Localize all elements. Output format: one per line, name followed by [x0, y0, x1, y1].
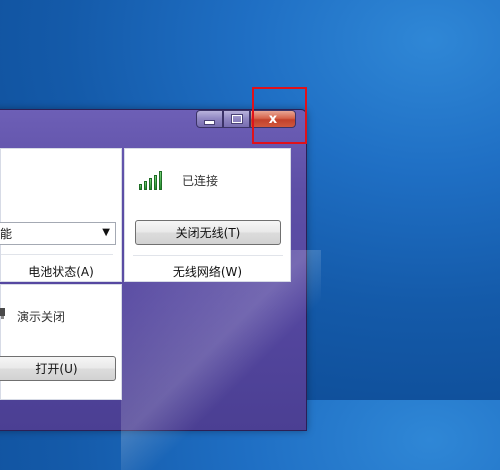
turn-off-wireless-button[interactable]: 关闭无线(T): [135, 220, 281, 245]
divider: [1, 254, 113, 255]
divider: [133, 255, 283, 256]
close-button-highlight: [252, 87, 307, 144]
maximize-icon: [231, 115, 242, 123]
chevron-down-icon: ▼: [102, 227, 110, 238]
maximize-button[interactable]: [223, 110, 250, 128]
presentation-icon: [0, 308, 5, 319]
presentation-status: 演示关闭: [17, 310, 66, 324]
wireless-title: 无线网络(W): [172, 265, 243, 279]
presentation-tile: 演示关闭 打开(U): [0, 284, 122, 400]
power-plan-value: 能: [0, 227, 13, 241]
minimize-icon: [204, 119, 215, 125]
battery-title: 电池状态(A): [28, 265, 94, 279]
power-plan-dropdown[interactable]: 能 ▼: [0, 222, 116, 245]
turn-on-presentation-button[interactable]: 打开(U): [0, 356, 116, 381]
minimize-button[interactable]: [196, 110, 223, 128]
wireless-tile: 已连接 关闭无线(T) 无线网络(W): [124, 148, 291, 282]
battery-tile: 能 ▼ 电池状态(A): [0, 148, 122, 282]
wireless-status: 已连接: [182, 174, 219, 188]
wireless-signal-icon: [139, 170, 162, 190]
